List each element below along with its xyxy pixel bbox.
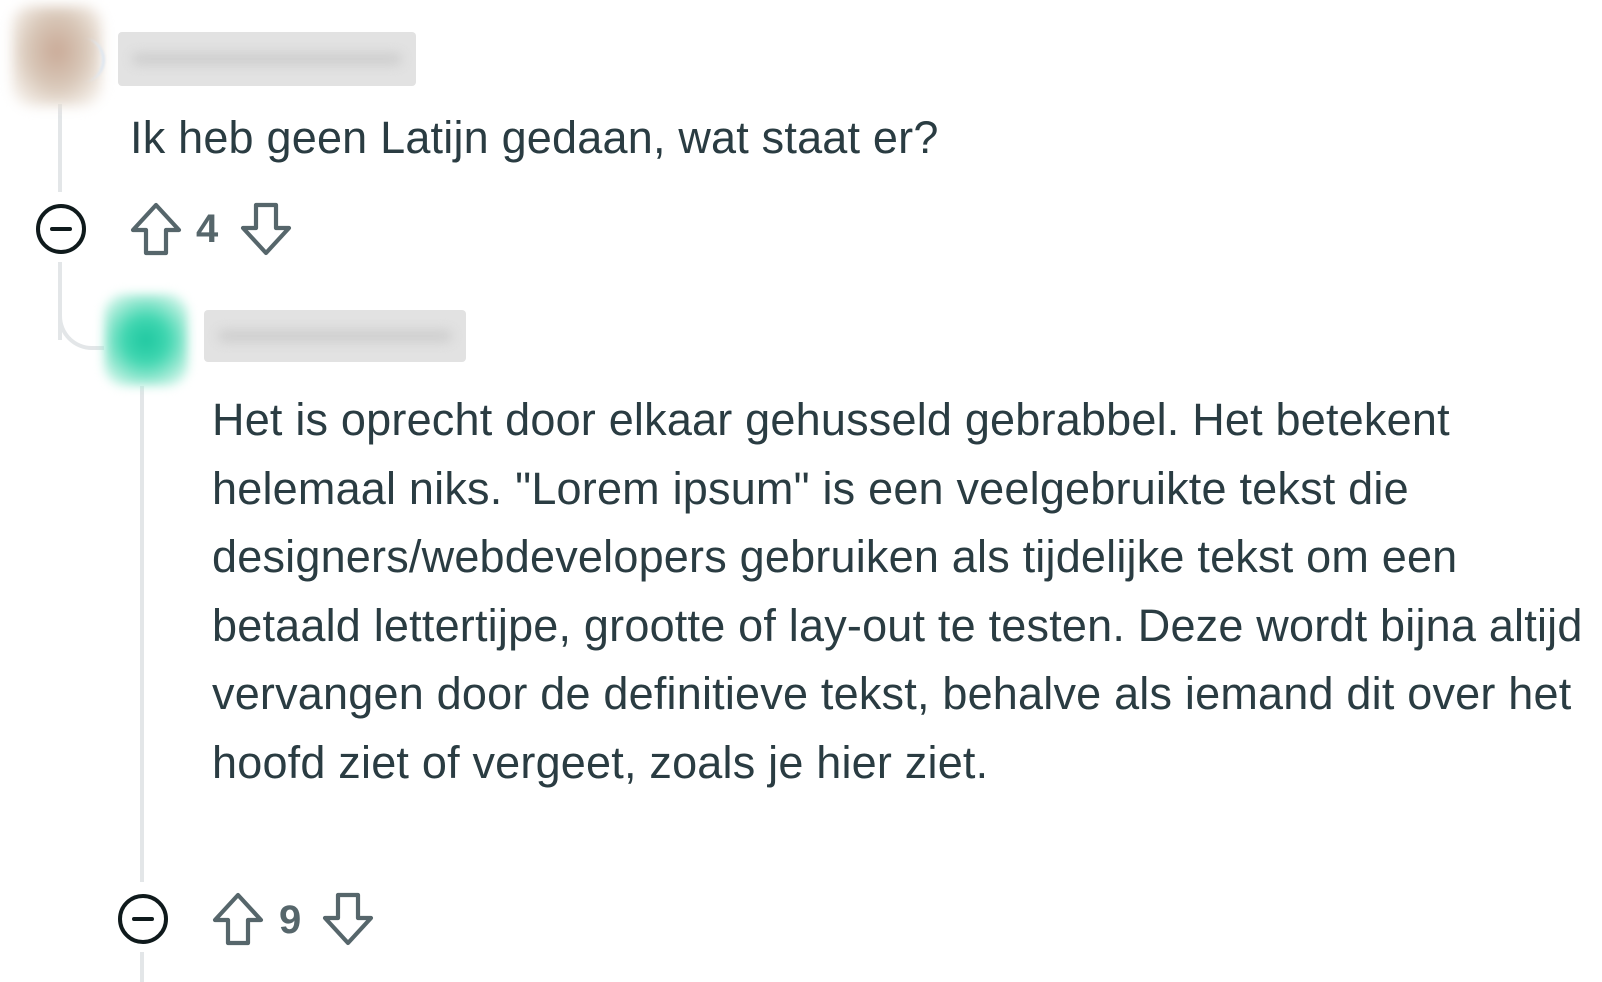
collapse-minus-icon[interactable] [36, 204, 86, 254]
comment-body: Ik heb geen Latijn gedaan, wat staat er? [130, 112, 939, 163]
upvote-arrow-icon[interactable] [212, 892, 264, 946]
upvote-arrow-icon[interactable] [130, 202, 182, 256]
vote-count: 4 [196, 207, 219, 251]
downvote-arrow-icon[interactable] [240, 202, 292, 256]
collapse-minus-icon[interactable] [118, 894, 168, 944]
username-redacted[interactable] [118, 32, 416, 86]
downvote-arrow-icon[interactable] [322, 892, 374, 946]
avatar[interactable] [104, 294, 188, 386]
thread-line-reply-lower [140, 952, 144, 982]
thread-line-parent [58, 104, 62, 192]
comment-body: Het is oprecht door elkaar gehusseld geb… [212, 394, 1583, 788]
vote-count: 9 [279, 898, 302, 942]
thread-branch-connector [58, 300, 104, 350]
username-redacted[interactable] [204, 310, 466, 362]
thread-line-reply [140, 386, 144, 882]
